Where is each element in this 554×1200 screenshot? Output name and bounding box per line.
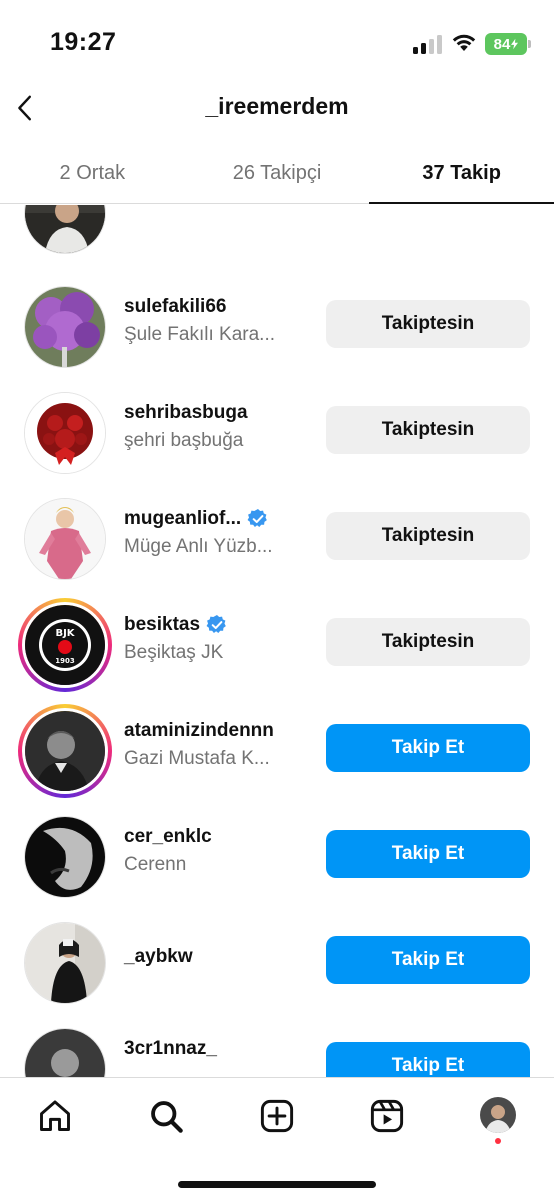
status-bar: 19:27 84 bbox=[0, 0, 554, 80]
list-item[interactable]: ataminizindennn Gazi Mustafa K... Takip … bbox=[0, 700, 554, 806]
user-photo bbox=[25, 393, 105, 473]
username-text: sehribasbuga bbox=[124, 402, 248, 423]
username[interactable]: besiktas bbox=[124, 614, 228, 636]
username-text: besiktas bbox=[124, 614, 201, 635]
username[interactable]: cer_enklc bbox=[124, 826, 212, 848]
notification-dot bbox=[495, 1138, 501, 1144]
battery-indicator: 84 bbox=[485, 33, 527, 55]
full-name: Müge Anlı Yüzb... bbox=[124, 536, 273, 557]
battery-nub bbox=[528, 40, 531, 48]
username-text: mugeanliof... bbox=[124, 508, 242, 529]
avatar[interactable] bbox=[24, 392, 106, 474]
user-photo bbox=[25, 1029, 105, 1077]
user-photo bbox=[25, 923, 105, 1003]
search-icon[interactable] bbox=[146, 1096, 186, 1136]
status-time: 19:27 bbox=[50, 28, 117, 56]
full-name: Gazi Mustafa K... bbox=[124, 748, 270, 769]
avatar[interactable] bbox=[24, 498, 106, 580]
user-photo bbox=[25, 287, 105, 367]
list-item[interactable]: _aybkw Takip Et bbox=[0, 912, 554, 1018]
username[interactable]: ataminizindennn bbox=[124, 720, 274, 742]
avatar[interactable] bbox=[24, 816, 106, 898]
username-text: sulefakili66 bbox=[124, 296, 227, 317]
following-button[interactable]: Takiptesin bbox=[326, 406, 530, 454]
profile-avatar[interactable] bbox=[480, 1097, 516, 1133]
following-list[interactable]: batuuhanerdem sulefakili66 Şule Fakılı K… bbox=[0, 205, 554, 1077]
user-photo bbox=[25, 205, 105, 253]
nav-header: _ireemerdem bbox=[0, 80, 554, 136]
username-text: ataminizindennn bbox=[124, 720, 274, 741]
username[interactable]: 3cr1nnaz_ bbox=[124, 1038, 217, 1060]
home-indicator bbox=[178, 1181, 376, 1188]
user-photo bbox=[25, 711, 105, 791]
follow-button[interactable]: Takip Et bbox=[326, 936, 530, 984]
wifi-icon bbox=[451, 32, 477, 54]
bottom-tab-bar bbox=[0, 1077, 554, 1200]
list-item[interactable]: sulefakili66 Şule Fakılı Kara... Takipte… bbox=[0, 276, 554, 382]
svg-text:BJK: BJK bbox=[55, 628, 75, 639]
avatar[interactable] bbox=[24, 922, 106, 1004]
username[interactable]: _aybkw bbox=[124, 946, 193, 968]
tab-following[interactable]: 37 Takip bbox=[369, 148, 554, 204]
avatar[interactable] bbox=[24, 286, 106, 368]
avatar[interactable] bbox=[24, 205, 106, 254]
list-item[interactable]: batuuhanerdem bbox=[0, 205, 554, 268]
list-item[interactable]: 3cr1nnaz_ Takip Et bbox=[0, 1018, 554, 1077]
tab-bar: 2 Ortak 26 Takipçi 37 Takip bbox=[0, 148, 554, 204]
verified-badge-icon bbox=[206, 615, 226, 633]
following-button[interactable]: Takiptesin bbox=[326, 300, 530, 348]
user-photo bbox=[25, 499, 105, 579]
username[interactable]: sehribasbuga bbox=[124, 402, 248, 424]
full-name: Şule Fakılı Kara... bbox=[124, 324, 276, 345]
tab-followers[interactable]: 26 Takipçi bbox=[185, 148, 370, 203]
cellular-signal-icon bbox=[413, 34, 443, 54]
follow-button[interactable]: Takip Et bbox=[326, 724, 530, 772]
verified-badge-icon bbox=[247, 509, 268, 527]
list-item[interactable]: sehribasbuga şehri başbuğa Takiptesin bbox=[0, 382, 554, 488]
create-icon[interactable] bbox=[257, 1096, 297, 1136]
list-item[interactable]: BJK 1903 besiktas Beşiktaş JK Takiptesin bbox=[0, 594, 554, 700]
list-item[interactable]: mugeanliof... Müge Anlı Yüzb... Takiptes… bbox=[0, 488, 554, 594]
following-button[interactable]: Takiptesin bbox=[326, 512, 530, 560]
full-name: Beşiktaş JK bbox=[124, 642, 224, 663]
tab-mutual[interactable]: 2 Ortak bbox=[0, 148, 185, 203]
full-name: şehri başbuğa bbox=[124, 430, 244, 451]
username-text: _aybkw bbox=[124, 946, 193, 967]
full-name: Cerenn bbox=[124, 854, 187, 875]
follow-button[interactable]: Takip Et bbox=[326, 1042, 530, 1077]
battery-level: 84 bbox=[493, 35, 511, 53]
following-button[interactable]: Takiptesin bbox=[326, 618, 530, 666]
home-icon[interactable] bbox=[35, 1096, 75, 1136]
username-text: cer_enklc bbox=[124, 826, 212, 847]
besiktas-logo: BJK 1903 bbox=[25, 605, 105, 685]
svg-text:1903: 1903 bbox=[55, 657, 75, 665]
user-photo bbox=[25, 817, 105, 897]
avatar-story-ring[interactable]: BJK 1903 bbox=[18, 598, 112, 692]
username[interactable]: sulefakili66 bbox=[124, 296, 226, 318]
avatar-story-ring[interactable] bbox=[18, 704, 112, 798]
page-title: _ireemerdem bbox=[205, 93, 349, 119]
avatar[interactable] bbox=[24, 1028, 106, 1077]
username[interactable]: mugeanliof... bbox=[124, 508, 269, 530]
reels-icon[interactable] bbox=[367, 1096, 407, 1136]
follow-button[interactable]: Takip Et bbox=[326, 830, 530, 878]
list-item[interactable]: cer_enklc Cerenn Takip Et bbox=[0, 806, 554, 912]
username-text: 3cr1nnaz_ bbox=[124, 1038, 217, 1059]
